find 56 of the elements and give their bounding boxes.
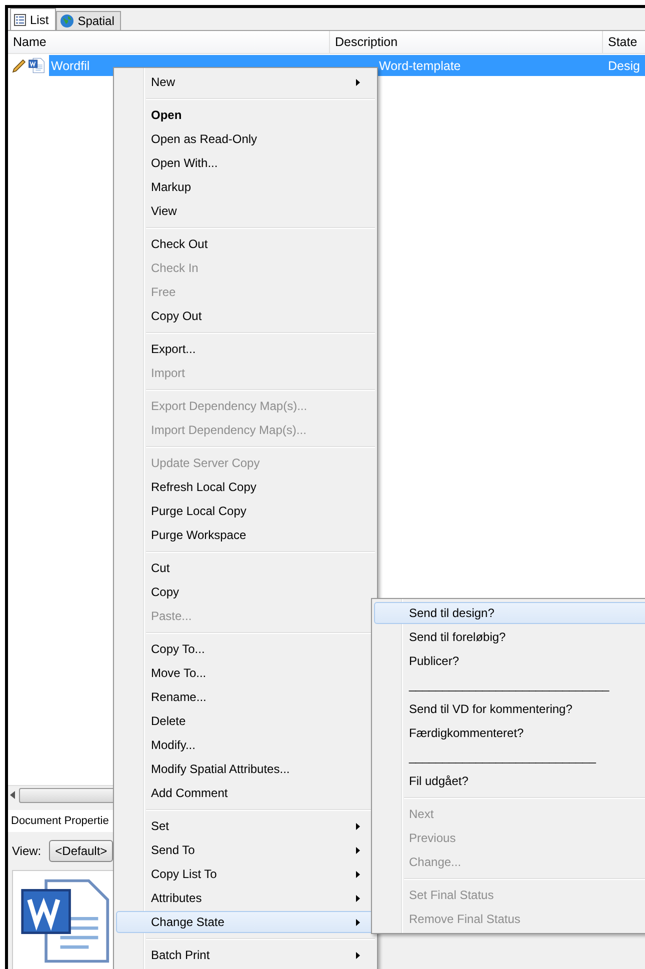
scroll-left-icon[interactable]: [10, 791, 16, 799]
submenu-arrow-icon: [356, 822, 360, 830]
menu-item[interactable]: Copy List To: [116, 863, 375, 885]
menu-item[interactable]: Send To: [116, 839, 375, 861]
menu-item[interactable]: Check Out: [116, 233, 375, 255]
menu-item[interactable]: Modify...: [116, 734, 375, 756]
menu-item[interactable]: Attributes: [116, 887, 375, 909]
menu-item[interactable]: Export...: [116, 338, 375, 360]
submenu-arrow-icon: [356, 918, 360, 926]
menu-item[interactable]: Fil udgået?: [374, 770, 645, 792]
submenu-arrow-icon: [356, 870, 360, 878]
column-header[interactable]: State: [603, 31, 645, 53]
menu-item[interactable]: Markup: [116, 176, 375, 198]
menu-item[interactable]: Copy To...: [116, 638, 375, 660]
column-header[interactable]: Name: [8, 31, 330, 53]
submenu-arrow-icon: [356, 952, 360, 958]
table-cell-text: Wordfil: [50, 58, 91, 72]
menu-item[interactable]: Send til foreløbig?: [374, 626, 645, 648]
submenu-arrow-icon: [356, 894, 360, 902]
menu-item[interactable]: Delete: [116, 710, 375, 732]
menu-item[interactable]: Open: [116, 104, 375, 126]
view-dropdown[interactable]: <Default>: [49, 840, 114, 862]
menu-item[interactable]: Add Comment: [116, 782, 375, 804]
menu-item[interactable]: Færdigkommenteret?: [374, 722, 645, 744]
menu-item[interactable]: Refresh Local Copy: [116, 476, 375, 498]
menu-item[interactable]: Cut: [116, 557, 375, 579]
table-cell-text: Desig: [607, 58, 641, 72]
table-cell-text: Word-template: [378, 58, 462, 72]
menu-item[interactable]: Purge Workspace: [116, 524, 375, 546]
view-label: View:: [12, 844, 42, 858]
globe-icon: [60, 14, 74, 28]
pencil-icon: [11, 58, 27, 74]
tab-label: Spatial: [78, 14, 114, 28]
menu-item[interactable]: Open as Read-Only: [116, 128, 375, 150]
submenu-arrow-icon: [356, 846, 360, 854]
menu-item[interactable]: Batch Print: [116, 944, 375, 966]
menu-item[interactable]: View: [116, 200, 375, 222]
menu-item[interactable]: Open With...: [116, 152, 375, 174]
menu-item[interactable]: Copy: [116, 581, 375, 603]
menu-item[interactable]: Send til design?: [374, 602, 645, 624]
menu-item[interactable]: Publicer?: [374, 650, 645, 672]
list-icon: [14, 14, 26, 26]
menu-item[interactable]: ____________________________: [374, 746, 645, 768]
menu-item[interactable]: Rename...: [116, 686, 375, 708]
menu-item[interactable]: Modify Spatial Attributes...: [116, 758, 375, 780]
submenu-arrow-icon: [356, 78, 360, 86]
menu-item[interactable]: Move To...: [116, 662, 375, 684]
tab[interactable]: Spatial: [56, 11, 122, 30]
menu-item[interactable]: Send til VD for kommentering?: [374, 698, 645, 720]
tab-label: List: [30, 12, 49, 26]
menu-item[interactable]: ______________________________: [374, 674, 645, 696]
tab[interactable]: List: [10, 8, 56, 30]
column-header[interactable]: Description: [330, 31, 603, 53]
word-document-icon: [28, 57, 45, 74]
menu-item[interactable]: Copy Out: [116, 305, 375, 327]
menu-item[interactable]: Purge Local Copy: [116, 500, 375, 522]
